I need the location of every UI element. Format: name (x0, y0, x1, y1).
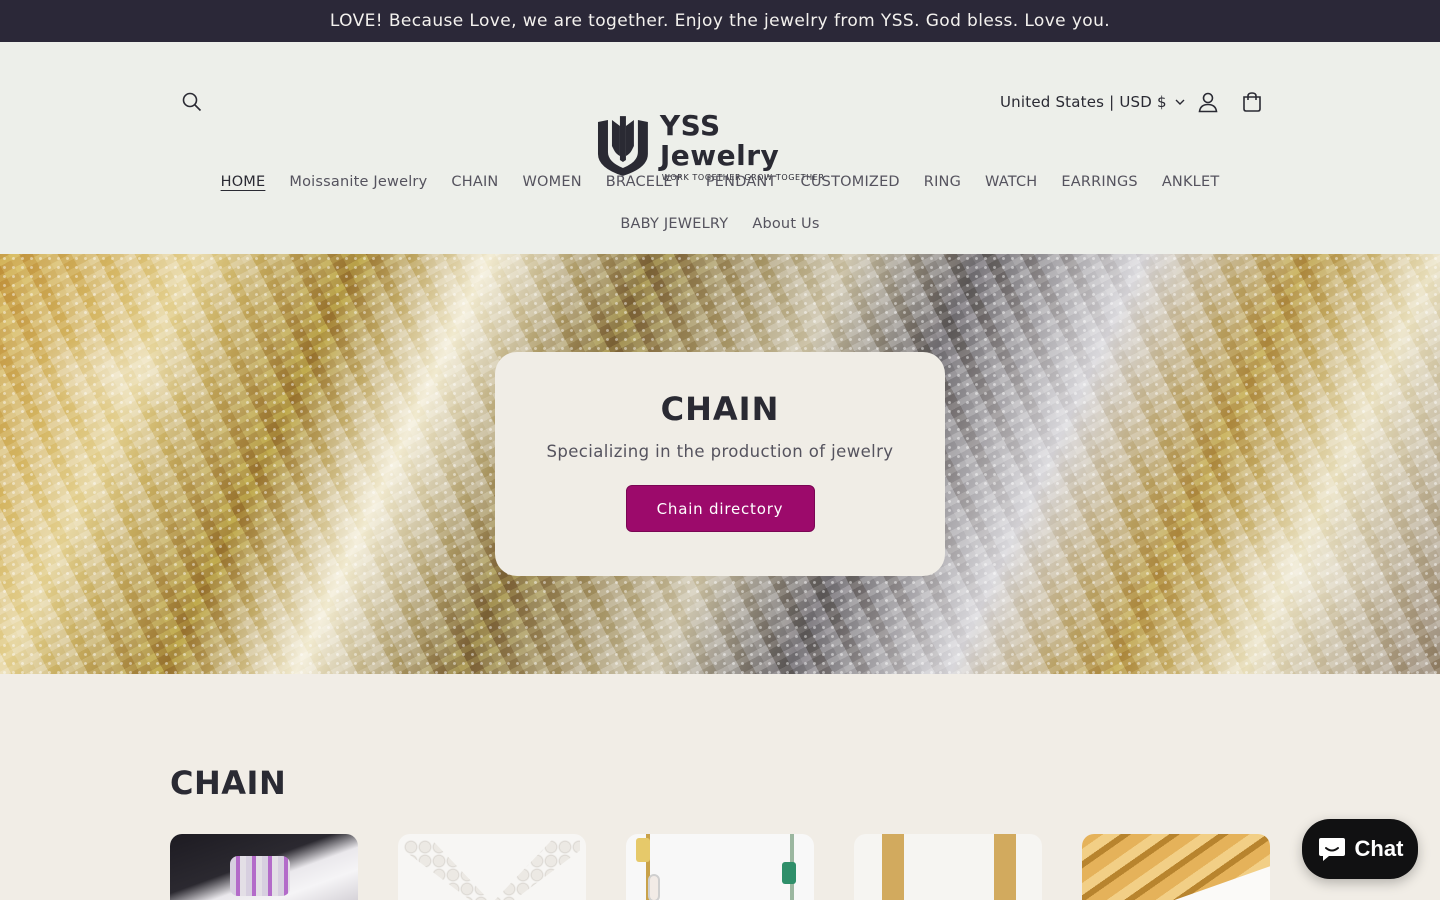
nav-baby-jewelry[interactable]: BABY JEWELRY (608, 212, 740, 236)
chevron-down-icon (1175, 99, 1185, 105)
search-button[interactable] (172, 82, 212, 122)
nav-about-us[interactable]: About Us (740, 212, 831, 236)
account-icon (1198, 92, 1218, 113)
logo-name: YSS Jewelry (659, 108, 780, 172)
product-card[interactable] (170, 834, 358, 900)
cart-icon (1243, 92, 1261, 112)
product-image (230, 856, 290, 896)
search-icon (182, 92, 202, 112)
site-header: YSS Jewelry WORK TOGETHER GROW TOGETHER … (0, 42, 1440, 254)
product-card[interactable] (626, 834, 814, 900)
nav-ring[interactable]: RING (912, 170, 973, 194)
main-nav-row-2: BABY JEWELRY About Us (0, 212, 1440, 236)
nav-women[interactable]: WOMEN (510, 170, 593, 194)
chat-button[interactable]: Chat (1302, 819, 1418, 879)
cart-button[interactable] (1232, 82, 1272, 122)
nav-home[interactable]: HOME (209, 170, 278, 194)
product-image (874, 834, 1024, 900)
nav-moissanite-jewelry[interactable]: Moissanite Jewelry (277, 170, 439, 194)
nav-customized[interactable]: CUSTOMIZED (789, 170, 912, 194)
product-image (404, 840, 580, 900)
hero-subtitle: Specializing in the production of jewelr… (546, 442, 894, 461)
country-currency-selector[interactable]: United States | USD $ (1000, 90, 1185, 114)
announcement-text: LOVE! Because Love, we are together. Enj… (329, 11, 1111, 31)
hero-title: CHAIN (660, 390, 780, 428)
nav-earrings[interactable]: EARRINGS (1049, 170, 1149, 194)
nav-anklet[interactable]: ANKLET (1150, 170, 1232, 194)
announcement-bar: LOVE! Because Love, we are together. Enj… (0, 0, 1440, 42)
chain-directory-button[interactable]: Chain directory (625, 485, 815, 532)
product-card[interactable] (398, 834, 586, 900)
site-logo[interactable]: YSS Jewelry WORK TOGETHER GROW TOGETHER (594, 108, 850, 182)
logo-shield-icon (597, 116, 648, 176)
nav-watch[interactable]: WATCH (973, 170, 1049, 194)
product-image-detail (636, 838, 650, 862)
chat-icon (1318, 838, 1345, 861)
country-currency-label: United States | USD $ (1000, 93, 1167, 111)
collection-title: CHAIN (170, 764, 287, 802)
hero-content-card: CHAIN Specializing in the production of … (495, 352, 945, 576)
account-button[interactable] (1188, 82, 1228, 122)
chat-label: Chat (1354, 836, 1404, 861)
main-nav-row-1: HOME Moissanite Jewelry CHAIN WOMEN BRAC… (0, 170, 1440, 194)
nav-chain[interactable]: CHAIN (439, 170, 510, 194)
product-card[interactable] (1082, 834, 1270, 900)
product-image-detail (648, 874, 660, 900)
product-image (1082, 834, 1270, 900)
product-card[interactable] (854, 834, 1042, 900)
product-image (636, 834, 804, 900)
nav-bracelet[interactable]: BRACELET (594, 170, 694, 194)
nav-pendant[interactable]: PENDANT (694, 170, 789, 194)
product-image-detail (782, 862, 796, 884)
